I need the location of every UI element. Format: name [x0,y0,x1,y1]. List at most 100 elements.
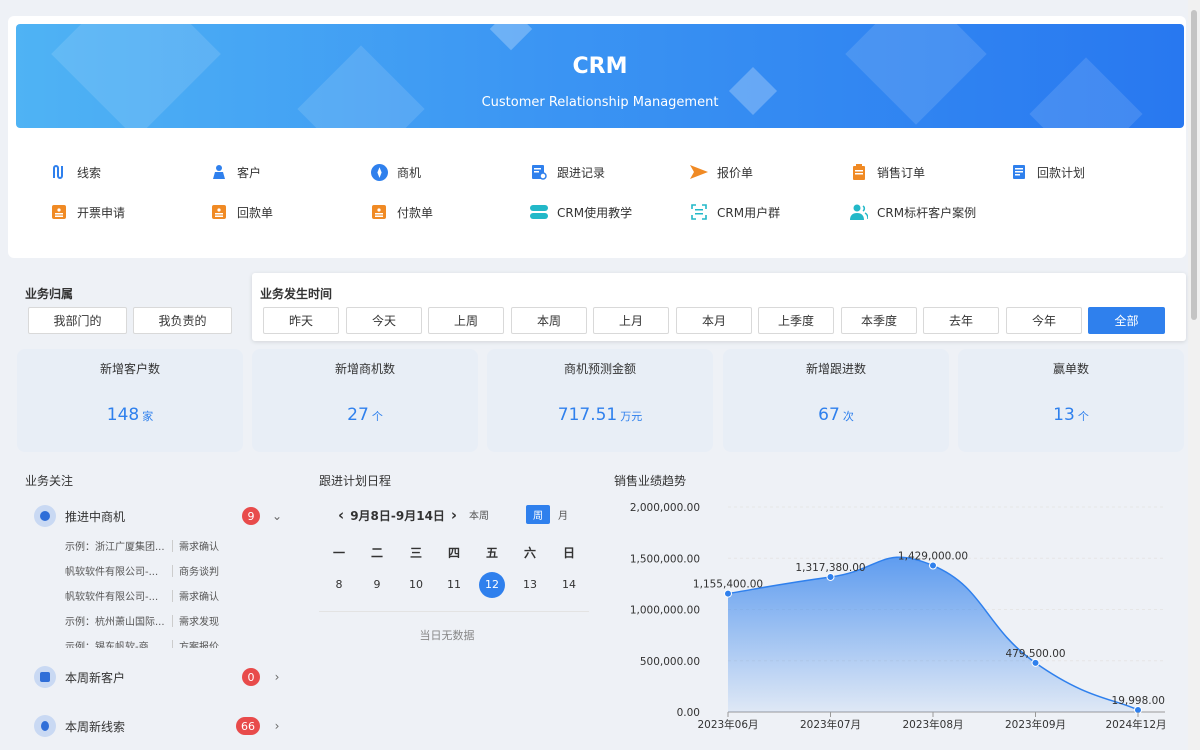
shortcut-payment-plan[interactable]: 回款计划 [1010,163,1085,181]
x-tick-label: 2024年12月 [1105,718,1166,731]
trend-section-title: 销售业绩趋势 [614,474,687,488]
chevron-down-icon[interactable]: ⌄ [270,509,284,523]
focus-group-label: 本周新线索 [65,719,126,734]
customer-icon [210,163,228,181]
shortcut-invoice[interactable]: 开票申请 [50,203,125,221]
chevron-right-icon[interactable]: › [451,506,457,524]
payment-receipt-icon [210,203,228,221]
chevron-right-icon[interactable]: › [270,670,284,684]
shortcut-lead[interactable]: 线索 [50,163,101,181]
calendar-day[interactable]: 9 [364,572,390,598]
user-group-icon [690,203,708,221]
shortcut-sales-order[interactable]: 销售订单 [850,163,925,181]
calendar-day[interactable]: 8 [326,572,352,598]
focus-group-header[interactable]: 本周新线索 66 › [25,706,294,746]
time-last-quarter-button[interactable]: 上季度 [758,307,834,334]
list-item[interactable]: 帆软软件有限公司-... 需求确认 [65,583,259,608]
weekday-label: 一 [332,546,345,560]
focus-group-header[interactable]: 推进中商机 9 ⌄ [25,496,294,536]
y-tick-label: 2,000,000.00 [630,502,700,514]
stat-new-opportunities[interactable]: 新增商机数 27 个 [252,349,478,452]
shortcut-user-group[interactable]: CRM用户群 [690,203,780,221]
lead-icon [34,715,56,737]
shortcut-label: CRM用户群 [717,205,781,220]
calendar-day[interactable]: 11 [441,572,467,598]
stat-forecast-amount[interactable]: 商机预测金额 717.51 万元 [487,349,713,452]
chevron-left-icon[interactable]: ‹ [338,506,344,524]
banner-subtitle: Customer Relationship Management [481,95,719,110]
shortcut-label: 客户 [237,165,262,180]
stat-new-follow-ups[interactable]: 新增跟进数 67 次 [723,349,949,452]
count-badge: 9 [242,507,260,525]
month-view-button[interactable]: 月 [551,505,575,524]
focus-group-header[interactable]: 本周新客户 0 › [25,657,294,697]
chevron-right-icon[interactable]: › [270,719,284,733]
data-label: 19,998.00 [1112,695,1165,707]
shortcut-quote[interactable]: 报价单 [690,163,753,181]
opportunity-icon [370,163,388,181]
page-scrollbar[interactable] [1188,0,1200,750]
calendar-day[interactable]: 14 [556,572,582,598]
shortcut-tutorial[interactable]: CRM使用教学 [530,203,632,221]
data-label: 1,155,400.00 [693,579,763,591]
scrollbar-thumb[interactable] [1191,10,1197,320]
owner-my-department-button[interactable]: 我部门的 [28,307,127,334]
stat-won-deals[interactable]: 赢单数 13 个 [958,349,1184,452]
data-point [724,589,732,598]
stat-value: 148 家 [106,405,154,425]
shortcut-label: 线索 [77,165,102,180]
calendar-day[interactable]: 13 [517,572,543,598]
shortcut-label: 商机 [397,165,422,180]
stat-label: 赢单数 [1052,362,1089,376]
time-last-month-button[interactable]: 上月 [593,307,669,334]
week-view-button[interactable]: 周 [526,505,550,524]
list-item[interactable]: 示例：杭州萧山国际... 需求发现 [65,608,259,633]
shortcut-customer[interactable]: 客户 [210,163,261,181]
this-week-button[interactable]: 本周 [462,505,496,524]
list-item[interactable]: 帆软软件有限公司-... 商务谈判 [65,558,259,583]
focus-group-label: 推进中商机 [65,509,126,524]
time-today-button[interactable]: 今天 [346,307,422,334]
shortcut-opportunity[interactable]: 商机 [370,163,421,181]
stat-label: 新增商机数 [334,362,395,376]
x-tick-label: 2023年07月 [800,718,861,731]
stat-new-customers[interactable]: 新增客户数 148 家 [17,349,243,452]
stat-value: 13 个 [1053,405,1089,425]
time-last-year-button[interactable]: 去年 [923,307,999,334]
crm-banner: CRM Customer Relationship Management [16,24,1184,128]
tutorial-icon [530,203,548,221]
y-tick-label: 0.00 [677,707,700,719]
opportunity-icon [34,505,56,527]
time-this-year-button[interactable]: 今年 [1006,307,1082,334]
y-tick-label: 1,500,000.00 [630,553,700,565]
calendar-day-selected[interactable]: 12 [479,572,505,598]
x-tick-label: 2023年08月 [902,718,963,731]
time-yesterday-button[interactable]: 昨天 [263,307,339,334]
calendar-day[interactable]: 10 [403,572,429,598]
time-last-week-button[interactable]: 上周 [428,307,504,334]
time-this-quarter-button[interactable]: 本季度 [841,307,917,334]
shortcut-follow-record[interactable]: 跟进记录 [530,163,605,181]
banner-title: CRM [572,54,628,79]
shortcut-payment-receipt[interactable]: 回款单 [210,203,273,221]
time-filter-title: 业务发生时间 [260,287,333,301]
series-area [728,557,1138,712]
y-tick-label: 1,000,000.00 [630,605,700,617]
stat-label: 新增客户数 [99,362,160,376]
shortcut-payment[interactable]: 付款单 [370,203,433,221]
list-item[interactable]: 示例：浙江广厦集团... 需求确认 [65,533,259,558]
list-item[interactable]: 示例：锡东帆软-商... 方案报价 [65,633,259,648]
focus-group-new-customers[interactable]: 本周新客户 0 › [25,657,294,697]
invoice-icon [50,203,68,221]
stat-label: 新增跟进数 [805,362,866,376]
data-label: 479,500.00 [1005,648,1065,660]
time-all-button[interactable]: 全部 [1088,307,1165,334]
shortcut-case[interactable]: CRM标杆客户案例 [850,203,976,221]
data-label: 1,317,380.00 [795,562,865,574]
lead-icon [50,163,68,181]
time-this-week-button[interactable]: 本周 [511,307,587,334]
time-this-month-button[interactable]: 本月 [676,307,752,334]
calendar-divider [319,611,589,612]
owner-my-responsible-button[interactable]: 我负责的 [133,307,232,334]
focus-group-new-leads[interactable]: 本周新线索 66 › [25,706,294,746]
